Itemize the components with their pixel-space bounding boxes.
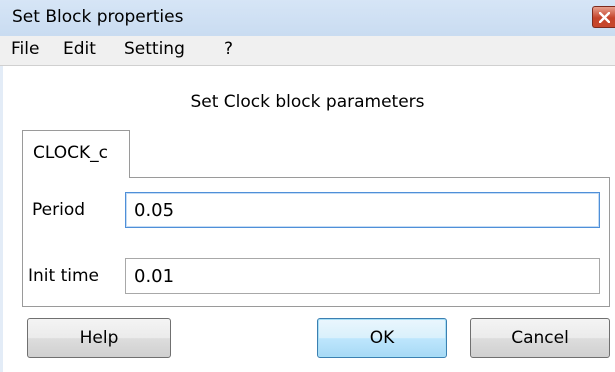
- window-left-edge: [0, 36, 3, 372]
- tab-label: CLOCK_c: [33, 143, 108, 163]
- period-label: Period: [32, 200, 86, 220]
- menu-help[interactable]: ?: [224, 39, 233, 59]
- title-bar[interactable]: Set Block properties: [0, 0, 615, 37]
- help-button[interactable]: Help: [27, 318, 171, 358]
- init-time-label: Init time: [28, 266, 99, 286]
- menu-bar: File Edit Setting ?: [0, 36, 615, 66]
- tab-panel-clock: Period Init time: [22, 177, 610, 307]
- menu-file[interactable]: File: [11, 39, 39, 59]
- dialog-window: Set Block properties File Edit Setting ?…: [0, 0, 615, 372]
- ok-button[interactable]: OK: [317, 318, 447, 358]
- window-title: Set Block properties: [12, 7, 184, 27]
- menu-setting[interactable]: Setting: [124, 39, 185, 59]
- close-icon: [599, 12, 610, 23]
- cancel-button[interactable]: Cancel: [470, 318, 610, 358]
- close-button[interactable]: [592, 6, 615, 28]
- init-time-input[interactable]: [125, 258, 600, 294]
- period-input[interactable]: [125, 192, 600, 228]
- dialog-header: Set Clock block parameters: [190, 92, 425, 112]
- tab-clock-c[interactable]: CLOCK_c: [22, 130, 130, 178]
- menu-edit[interactable]: Edit: [63, 39, 96, 59]
